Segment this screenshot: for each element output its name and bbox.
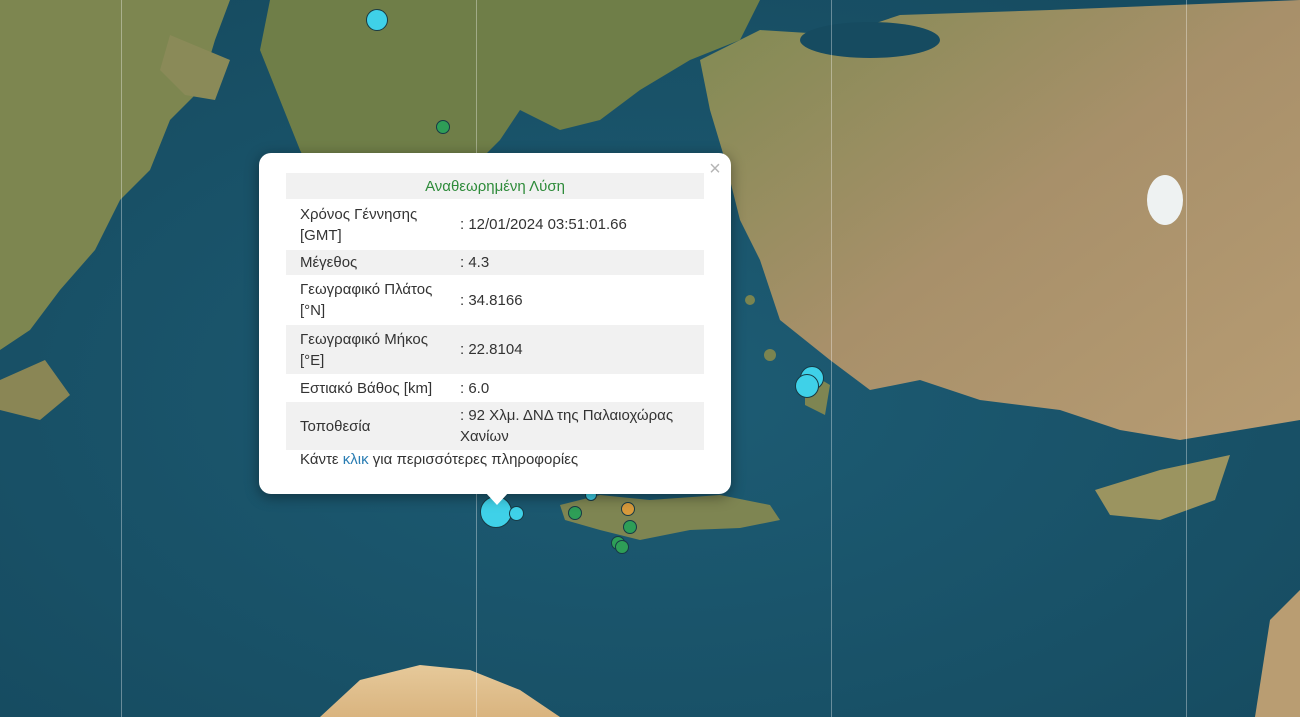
- earthquake-marker[interactable]: [366, 9, 388, 31]
- longitude-label: Γεωγραφικό Μήκος [°E]: [300, 330, 428, 369]
- popup-title: Αναθεωρημένη Λύση: [425, 177, 565, 195]
- salt-lake: [1147, 175, 1183, 225]
- more-info-link[interactable]: κλικ: [343, 451, 369, 468]
- earthquake-marker[interactable]: [623, 520, 637, 534]
- earthquake-marker[interactable]: [568, 506, 582, 520]
- more-info-line: Κάντε κλικ για περισσότερες πληροφορίες: [300, 451, 578, 468]
- earthquake-marker[interactable]: [615, 540, 629, 554]
- depth-value: : 6.0: [460, 379, 490, 397]
- origin-time-label: Χρόνος Γέννησης [GMT]: [300, 205, 418, 244]
- magnitude-value: : 4.3: [460, 254, 490, 271]
- graticule-line: [1186, 0, 1187, 717]
- origin-time-value: : 12/01/2024 03:51:01.66: [460, 216, 627, 233]
- sea-marmara: [800, 22, 940, 58]
- graticule-line: [831, 0, 832, 717]
- magnitude-label: Μέγεθος: [300, 254, 358, 271]
- close-icon[interactable]: ×: [706, 157, 724, 181]
- latitude-label: Γεωγραφικό Πλάτος [°N]: [300, 281, 433, 319]
- latitude-value: : 34.8166: [460, 291, 523, 309]
- earthquake-info-table: Αναθεωρημένη Λύση Χρόνος Γέννησης [GMT] …: [286, 173, 704, 450]
- earthquake-marker[interactable]: [436, 120, 450, 134]
- graticule-line: [121, 0, 122, 717]
- earthquake-marker[interactable]: [795, 374, 819, 398]
- depth-label: Εστιακό Βάθος [km]: [300, 379, 433, 397]
- earthquake-marker[interactable]: [509, 506, 524, 521]
- more-info-suffix: για περισσότερες πληροφορίες: [368, 451, 579, 468]
- popup-tip: [485, 492, 509, 505]
- location-value: : 92 Χλμ. ΔΝΔ της Παλαιοχώρας Χανίων: [460, 407, 674, 445]
- location-label: Τοποθεσία: [300, 417, 371, 435]
- longitude-value: : 22.8104: [460, 341, 523, 358]
- more-info-prefix: Κάντε: [300, 451, 343, 468]
- earthquake-marker[interactable]: [621, 502, 635, 516]
